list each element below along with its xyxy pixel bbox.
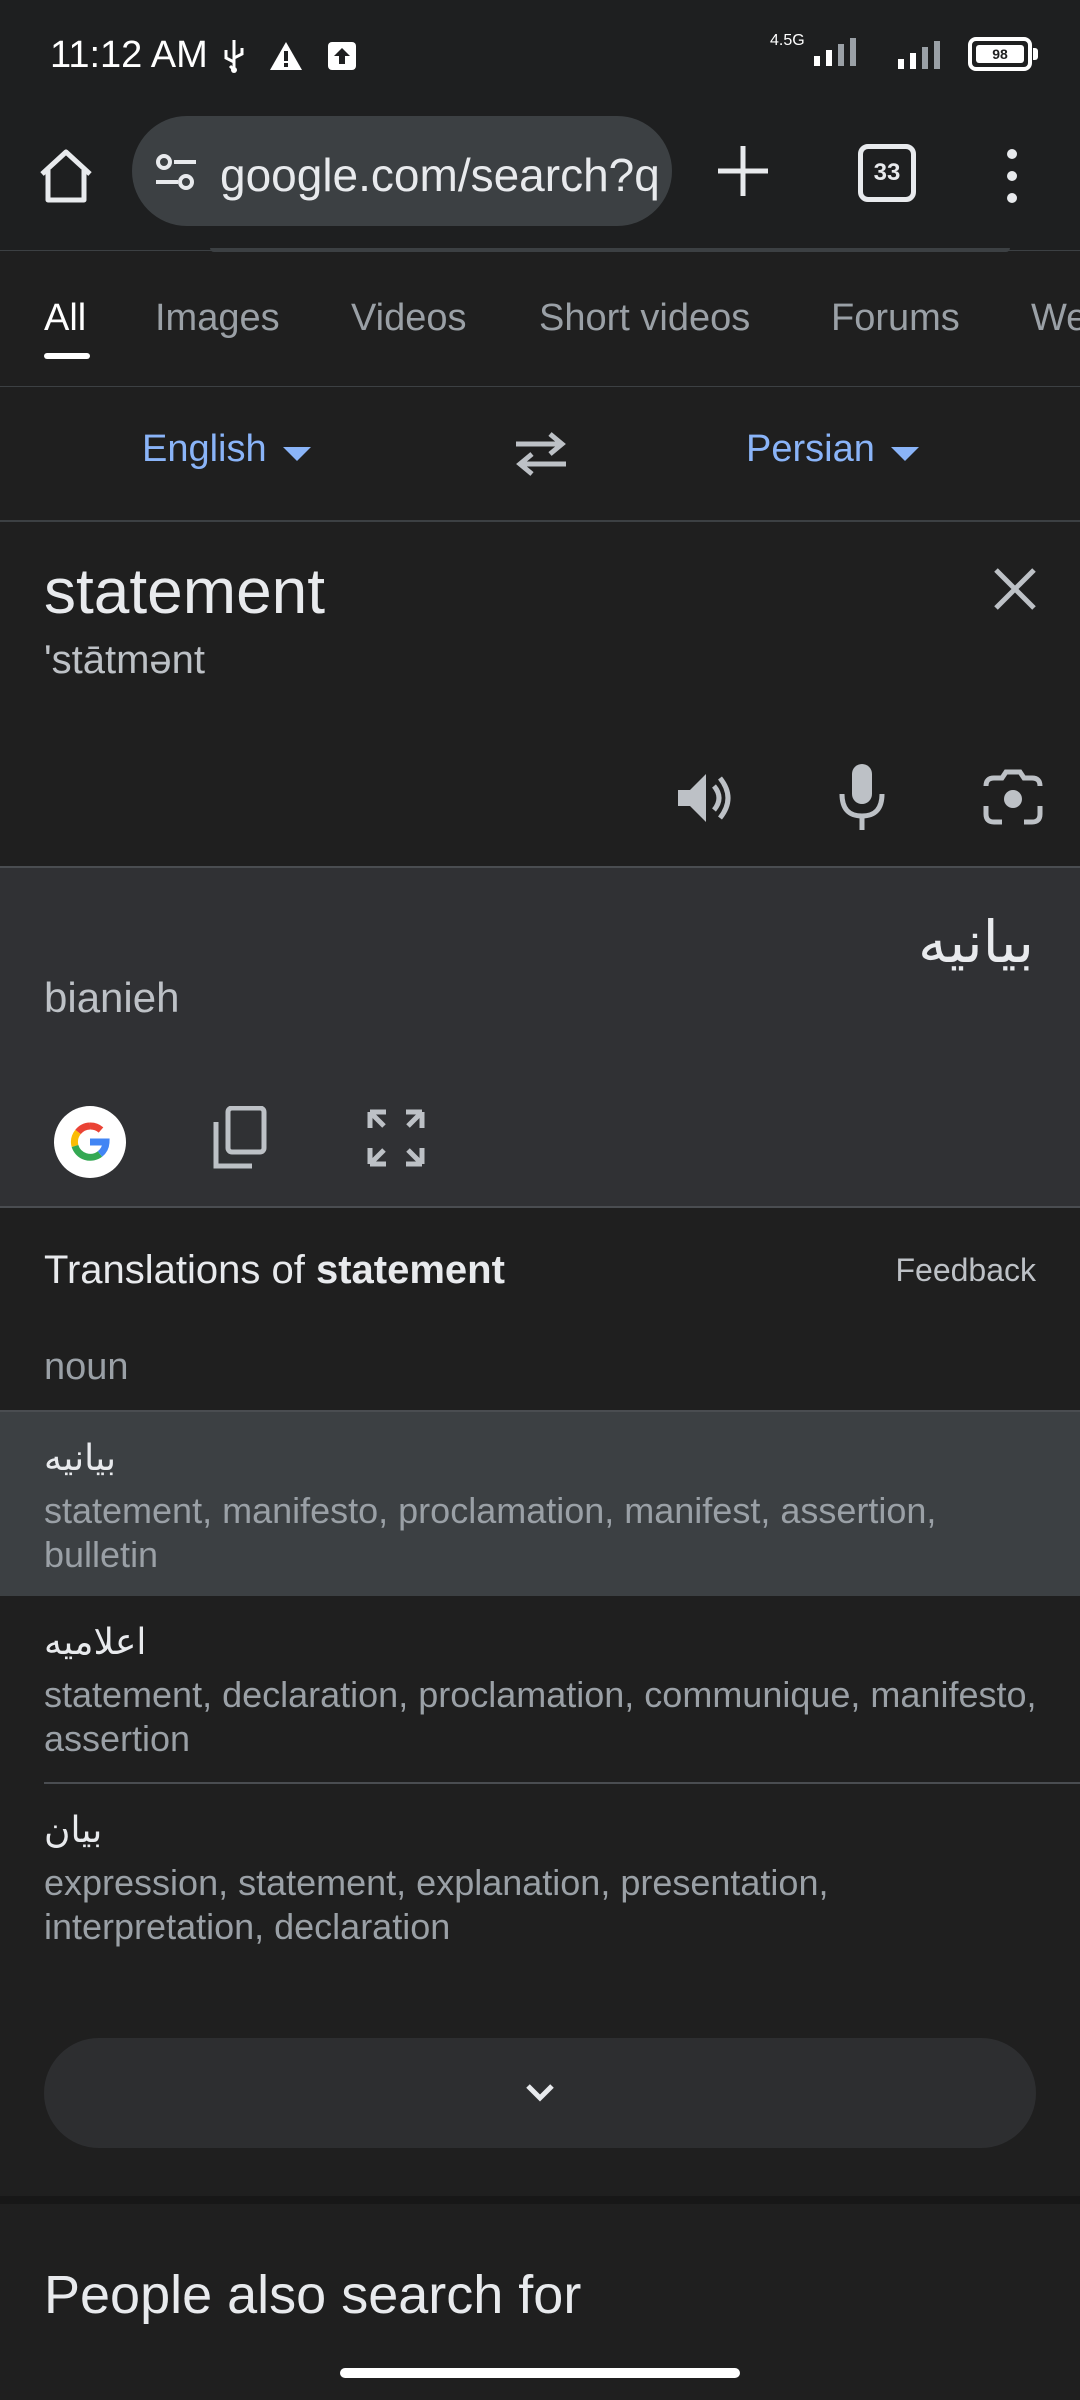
home-icon[interactable]	[34, 144, 98, 208]
source-phonetic: 'stātmənt	[44, 638, 206, 682]
language-selector-row: English Persian	[0, 386, 1080, 522]
dropdown-caret-icon	[890, 446, 919, 461]
battery-icon: 98	[968, 36, 1038, 71]
status-bar: 11:12 AM 4.5G 98	[0, 0, 1080, 110]
source-language-dropdown[interactable]: English	[142, 428, 311, 471]
address-bar[interactable]: google.com/search?q	[132, 116, 672, 226]
close-icon[interactable]	[990, 564, 1040, 614]
status-time: 11:12 AM	[50, 34, 208, 76]
tab-images[interactable]: Images	[155, 297, 280, 340]
show-more-button[interactable]	[44, 2038, 1036, 2148]
source-text-panel[interactable]: statement 'stātmənt	[0, 522, 1080, 866]
translation-word: بیانیه	[44, 1438, 117, 1479]
copy-icon[interactable]	[212, 1106, 268, 1170]
part-of-speech: noun	[44, 1346, 129, 1388]
translation-row[interactable]: بیانیه statement, manifesto, proclamatio…	[0, 1410, 1080, 1596]
tab-short-videos[interactable]: Short videos	[539, 297, 750, 340]
fullscreen-icon[interactable]	[366, 1108, 426, 1168]
translation-row[interactable]: بیان expression, statement, explanation,…	[0, 1786, 1080, 1972]
site-settings-icon[interactable]	[154, 152, 198, 192]
speaker-icon[interactable]	[672, 766, 736, 830]
google-g-icon	[71, 1122, 110, 1161]
home-indicator[interactable]	[340, 2368, 740, 2378]
source-language-label: English	[142, 428, 267, 470]
tab-switcher-button[interactable]: 33	[858, 144, 916, 202]
url-text: google.com/search?q	[220, 149, 660, 201]
translation-word: بیان	[44, 1810, 103, 1851]
camera-icon[interactable]	[982, 768, 1044, 826]
translation-meanings: statement, manifesto, proclamation, mani…	[44, 1490, 937, 1575]
tab-forums[interactable]: Forums	[831, 297, 960, 340]
signal-icon-2	[898, 40, 940, 69]
translation-meanings: expression, statement, explanation, pres…	[44, 1862, 829, 1947]
tab-videos[interactable]: Videos	[351, 297, 467, 340]
usb-icon	[224, 40, 244, 73]
microphone-icon[interactable]	[834, 762, 890, 832]
translated-romanization: bianieh	[44, 974, 180, 1021]
translations-title: Translations of statement	[44, 1248, 505, 1292]
warning-icon	[270, 42, 302, 70]
upload-icon	[328, 42, 356, 70]
active-tab-indicator	[44, 353, 90, 359]
section-divider	[0, 2196, 1080, 2204]
more-menu-icon[interactable]	[1000, 146, 1024, 206]
chevron-down-icon	[526, 2084, 554, 2102]
translation-panel: بیانیه bianieh	[0, 866, 1080, 1208]
new-tab-icon[interactable]	[712, 140, 774, 202]
google-logo-icon[interactable]	[54, 1106, 126, 1178]
target-language-dropdown[interactable]: Persian	[746, 428, 919, 471]
translation-word: اعلامیه	[44, 1622, 147, 1663]
source-text[interactable]: statement	[44, 554, 325, 628]
target-language-label: Persian	[746, 428, 875, 470]
signal-icon	[814, 38, 856, 66]
network-type: 4.5G	[770, 32, 805, 49]
swap-languages-icon[interactable]	[510, 428, 572, 480]
people-also-search-heading: People also search for	[44, 2265, 582, 2325]
feedback-link[interactable]: Feedback	[895, 1252, 1036, 1289]
browser-toolbar: google.com/search?q 33	[0, 110, 1080, 250]
translated-text: بیانیه	[917, 908, 1034, 976]
dropdown-caret-icon	[282, 446, 311, 461]
row-divider	[44, 1782, 1080, 1784]
search-tabs: All Images Videos Short videos Forums We	[0, 250, 1080, 387]
tab-all[interactable]: All	[44, 297, 86, 340]
translation-row[interactable]: اعلامیه statement, declaration, proclama…	[0, 1598, 1080, 1784]
translation-meanings: statement, declaration, proclamation, co…	[44, 1674, 1037, 1759]
tab-web[interactable]: We	[1031, 297, 1080, 340]
